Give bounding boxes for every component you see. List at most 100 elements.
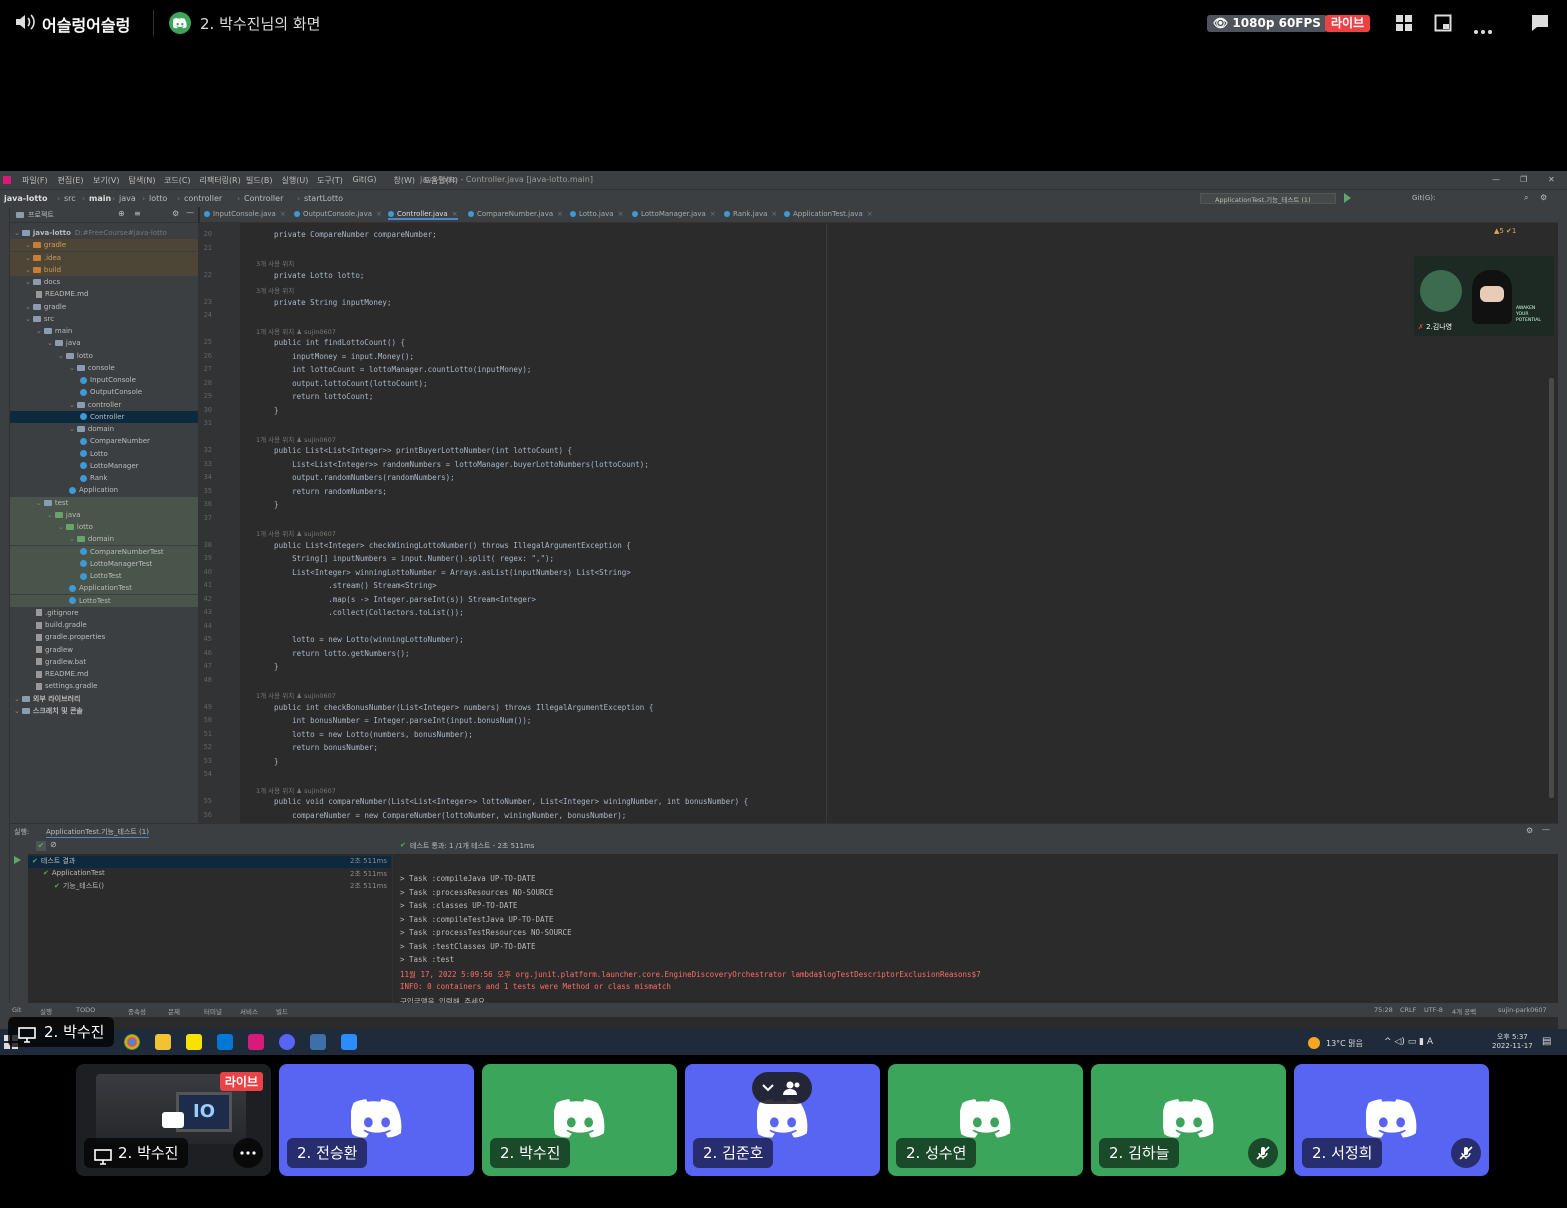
- zoom-icon[interactable]: [341, 1034, 357, 1050]
- tool-window-button[interactable]: 종속성: [128, 1006, 146, 1016]
- more-icon[interactable]: [1473, 20, 1493, 39]
- test-tree-row[interactable]: ✔ 테스트 결과 2초 511ms: [28, 856, 391, 868]
- expand-arrow-icon[interactable]: ⌄: [25, 241, 31, 249]
- test-tree-row[interactable]: ✔ ApplicationTest 2초 511ms: [28, 869, 391, 881]
- expand-arrow-icon[interactable]: ⌄: [47, 511, 53, 519]
- tool-window-button[interactable]: 빌드: [276, 1006, 288, 1016]
- close-tab-icon[interactable]: ×: [557, 210, 563, 218]
- menu-item[interactable]: 도구(T): [317, 175, 343, 186]
- status-item[interactable]: 4개 공백: [1452, 1006, 1476, 1016]
- expand-arrow-icon[interactable]: ⌄: [25, 266, 31, 274]
- expand-arrow-icon[interactable]: ⌄: [69, 364, 75, 372]
- file-explorer-icon[interactable]: [155, 1034, 171, 1050]
- status-item[interactable]: UTF-8: [1424, 1006, 1443, 1014]
- editor-tab[interactable]: Rank.java ×: [724, 210, 777, 218]
- close-tab-icon[interactable]: ×: [867, 210, 873, 218]
- project-tree-item[interactable]: gradlew: [10, 644, 198, 656]
- close-icon[interactable]: ✕: [1548, 175, 1555, 184]
- project-tree-item[interactable]: ⌄ .idea: [10, 251, 198, 264]
- inspection-summary[interactable]: ▲5 ✔1: [1494, 227, 1516, 235]
- menu-item[interactable]: 창(W): [394, 175, 416, 186]
- minimize-icon[interactable]: —: [1492, 175, 1500, 184]
- status-item[interactable]: sujin-park0607: [1498, 1006, 1547, 1014]
- more-icon[interactable]: [233, 1138, 263, 1168]
- menu-item[interactable]: 보기(V): [93, 175, 119, 186]
- project-tree-item[interactable]: Rank: [10, 472, 198, 484]
- project-tree-item[interactable]: ⌄ domain: [10, 533, 198, 546]
- grid-icon[interactable]: [1395, 14, 1413, 36]
- breadcrumb-item[interactable]: java: [119, 194, 136, 203]
- search-icon[interactable]: ⌕: [1524, 193, 1528, 203]
- tool-window-button[interactable]: 문제: [168, 1006, 180, 1016]
- project-tree-item[interactable]: README.md: [10, 288, 198, 300]
- tray-icons[interactable]: ^ ◁) ▭ ▮ A: [1384, 1037, 1433, 1047]
- participant-tile[interactable]: 2. 서정희: [1294, 1064, 1489, 1176]
- close-tab-icon[interactable]: ×: [452, 210, 458, 218]
- menu-item[interactable]: 편집(E): [58, 175, 84, 186]
- project-tree-item[interactable]: Lotto: [10, 448, 198, 460]
- breadcrumb-item[interactable]: Controller: [244, 194, 283, 203]
- close-tab-icon[interactable]: ×: [280, 210, 286, 218]
- status-item[interactable]: CRLF: [1400, 1006, 1416, 1014]
- editor-tab[interactable]: LottoManager.java ×: [632, 210, 716, 218]
- menu-item[interactable]: Git(G): [353, 175, 377, 184]
- project-tree-item[interactable]: LottoTest: [10, 594, 198, 607]
- project-tree-item[interactable]: gradle.properties: [10, 631, 198, 643]
- rerun-icon[interactable]: [14, 856, 21, 864]
- expand-arrow-icon[interactable]: ⌄: [69, 401, 75, 409]
- project-tree-item[interactable]: ⌄ gradle: [10, 301, 198, 313]
- run-icon[interactable]: [1344, 193, 1351, 203]
- menu-item[interactable]: 실행(U): [282, 175, 309, 186]
- expand-arrow-icon[interactable]: ⌄: [58, 352, 64, 360]
- expand-arrow-icon[interactable]: ⌄: [25, 278, 31, 286]
- editor-tab[interactable]: Controller.java ×: [388, 210, 458, 220]
- close-tab-icon[interactable]: ×: [771, 210, 777, 218]
- editor-scrollbar[interactable]: [1549, 378, 1554, 798]
- project-tree-item[interactable]: ⌄ 외부 라이브러리: [10, 693, 198, 705]
- close-tab-icon[interactable]: ×: [710, 210, 716, 218]
- expand-arrow-icon[interactable]: ⌄: [69, 535, 75, 543]
- clock[interactable]: 오후 5:37 2022-11-17: [1492, 1032, 1533, 1050]
- discord-app-icon[interactable]: [279, 1034, 295, 1050]
- gear-icon[interactable]: ⚙: [172, 209, 179, 218]
- project-tree-item[interactable]: build.gradle: [10, 619, 198, 631]
- tool-window-button[interactable]: TODO: [76, 1006, 95, 1014]
- maximize-icon[interactable]: ❐: [1520, 175, 1527, 184]
- expand-arrow-icon[interactable]: ⌄: [14, 707, 20, 715]
- project-tree-item[interactable]: ApplicationTest: [10, 582, 198, 595]
- collapse-icon[interactable]: ≡: [134, 209, 141, 218]
- expand-arrow-icon[interactable]: ⌄: [14, 229, 20, 237]
- project-tree-item[interactable]: ⌄ build: [10, 263, 198, 276]
- popout-icon[interactable]: [1434, 14, 1452, 36]
- project-tree-item[interactable]: CompareNumber: [10, 435, 198, 447]
- test-tree-row[interactable]: ✔ 기능_테스트() 2초 511ms: [28, 881, 391, 893]
- project-tree-item[interactable]: ⌄ controller: [10, 399, 198, 411]
- project-tree-item[interactable]: ⌄ domain: [10, 423, 198, 435]
- project-tree-item[interactable]: ⌄ lotto: [10, 350, 198, 362]
- project-tree-item[interactable]: ⌄ 스크래치 및 콘솔: [10, 705, 198, 717]
- expand-arrow-icon[interactable]: ⌄: [25, 254, 31, 262]
- close-tab-icon[interactable]: ×: [376, 210, 382, 218]
- project-tree-item[interactable]: LottoManagerTest: [10, 557, 198, 570]
- participant-tile[interactable]: 2. 김하늘: [1091, 1064, 1286, 1176]
- project-tree-item[interactable]: ⌄ lotto: [10, 521, 198, 533]
- participant-tile[interactable]: 2. 성수연: [888, 1064, 1083, 1176]
- gear-icon[interactable]: ⚙: [1526, 826, 1533, 835]
- project-tree-item[interactable]: ⌄ main: [10, 325, 198, 337]
- editor-tab[interactable]: ApplicationTest.java ×: [784, 210, 873, 218]
- hide-icon[interactable]: —: [186, 208, 194, 217]
- editor-tab[interactable]: Lotto.java ×: [570, 210, 623, 218]
- project-tree-item[interactable]: ⌄ java: [10, 337, 198, 349]
- project-tree-item[interactable]: ⌄ src: [10, 313, 198, 325]
- project-tree-item[interactable]: ⌄ test: [10, 496, 198, 509]
- breadcrumb-item[interactable]: lotto: [149, 194, 167, 203]
- show-ignored-icon[interactable]: ⊘: [50, 840, 57, 849]
- vscode-icon[interactable]: [217, 1034, 233, 1050]
- project-tree-item[interactable]: OutputConsole: [10, 386, 198, 398]
- editor-tab[interactable]: OutputConsole.java ×: [294, 210, 382, 218]
- project-tree-item[interactable]: Controller: [10, 410, 198, 423]
- tool-window-button[interactable]: 서비스: [240, 1006, 258, 1016]
- menu-item[interactable]: 파일(F): [22, 175, 48, 186]
- menu-item[interactable]: 빌드(B): [246, 175, 272, 186]
- project-tree-item[interactable]: .gitignore: [10, 607, 198, 619]
